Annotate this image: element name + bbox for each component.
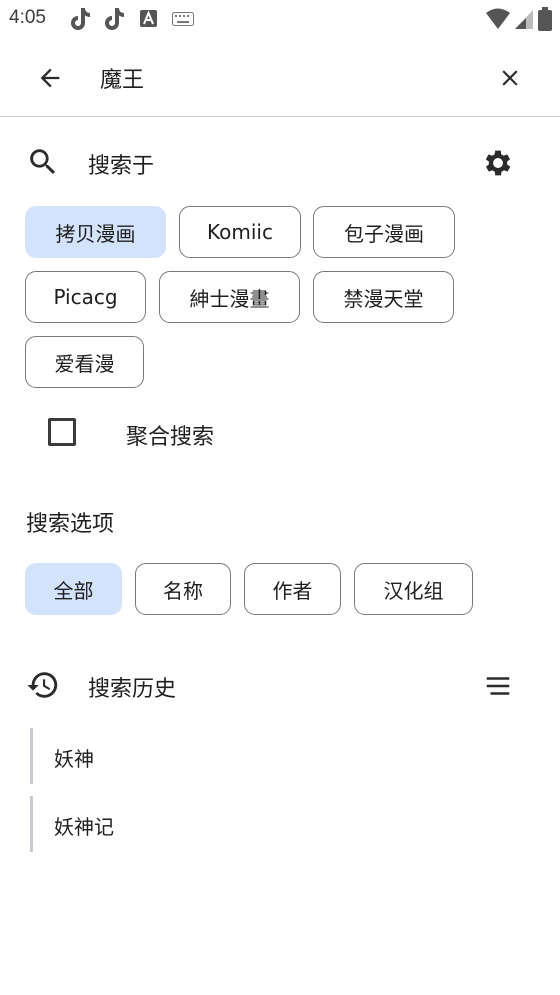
signal-icon	[515, 10, 533, 29]
source-chip-picacg[interactable]: Picacg	[25, 271, 146, 323]
chip-label: 包子漫画	[344, 221, 424, 246]
source-chip-jinman[interactable]: 禁漫天堂	[313, 271, 454, 323]
text-icon	[140, 10, 157, 27]
close-icon	[502, 70, 518, 86]
history-item-label: 妖神	[54, 747, 94, 771]
search-settings-button[interactable]	[478, 143, 518, 183]
search-history-title: 搜索历史	[88, 677, 177, 702]
search-in-header: 搜索于	[0, 137, 560, 185]
gear-icon	[485, 150, 511, 176]
search-options-title: 搜索选项	[26, 512, 115, 537]
history-item[interactable]: 妖神	[30, 728, 530, 784]
history-sort-button[interactable]	[478, 666, 518, 706]
clear-button[interactable]	[490, 60, 530, 96]
source-chip-komiic[interactable]: Komiic	[179, 206, 301, 258]
status-bar: 4:05	[0, 0, 560, 38]
aggregate-search-label: 聚合搜索	[126, 425, 215, 450]
chip-label: 拷贝漫画	[55, 221, 136, 246]
option-chip-name[interactable]: 名称	[135, 563, 231, 615]
keyboard-icon	[172, 12, 194, 26]
chip-label: 名称	[163, 578, 203, 603]
source-chip-baozi[interactable]: 包子漫画	[313, 206, 455, 258]
chip-label: 汉化组	[383, 578, 444, 603]
chip-label: 禁漫天堂	[343, 286, 424, 311]
search-history-header: 搜索历史	[0, 660, 560, 708]
aggregate-search-checkbox[interactable]	[48, 418, 76, 446]
history-item[interactable]: 妖神记	[30, 796, 530, 852]
chip-label: Picacg	[53, 285, 118, 309]
battery-icon	[538, 7, 552, 31]
tiktok-icon	[105, 8, 124, 30]
search-in-title: 搜索于	[88, 154, 155, 179]
source-chip-shenshi[interactable]: 紳士漫畫	[159, 271, 300, 323]
chip-label: 爱看漫	[54, 351, 115, 376]
source-chip-copymanga[interactable]: 拷贝漫画	[25, 206, 166, 258]
arrow-left-icon	[40, 68, 60, 88]
chip-label: Komiic	[207, 220, 273, 244]
aggregate-search-row[interactable]: 聚合搜索	[26, 410, 326, 456]
chip-label: 作者	[272, 578, 313, 603]
wifi-icon	[486, 8, 510, 29]
sort-lines-icon	[486, 677, 510, 695]
back-button[interactable]	[30, 60, 70, 96]
search-app-bar: 魔王	[0, 38, 560, 117]
option-chip-author[interactable]: 作者	[244, 563, 341, 615]
option-chip-all[interactable]: 全部	[25, 563, 122, 615]
tiktok-icon	[71, 8, 90, 30]
search-icon	[30, 149, 56, 175]
search-input[interactable]: 魔王	[100, 62, 144, 94]
chip-label: 紳士漫畫	[189, 286, 270, 311]
source-chip-aikanman[interactable]: 爱看漫	[25, 336, 144, 388]
history-icon	[27, 672, 58, 698]
chip-label: 全部	[53, 578, 94, 603]
history-item-label: 妖神记	[54, 815, 114, 839]
option-chip-translator[interactable]: 汉化组	[354, 563, 473, 615]
status-time: 4:05	[9, 7, 46, 28]
